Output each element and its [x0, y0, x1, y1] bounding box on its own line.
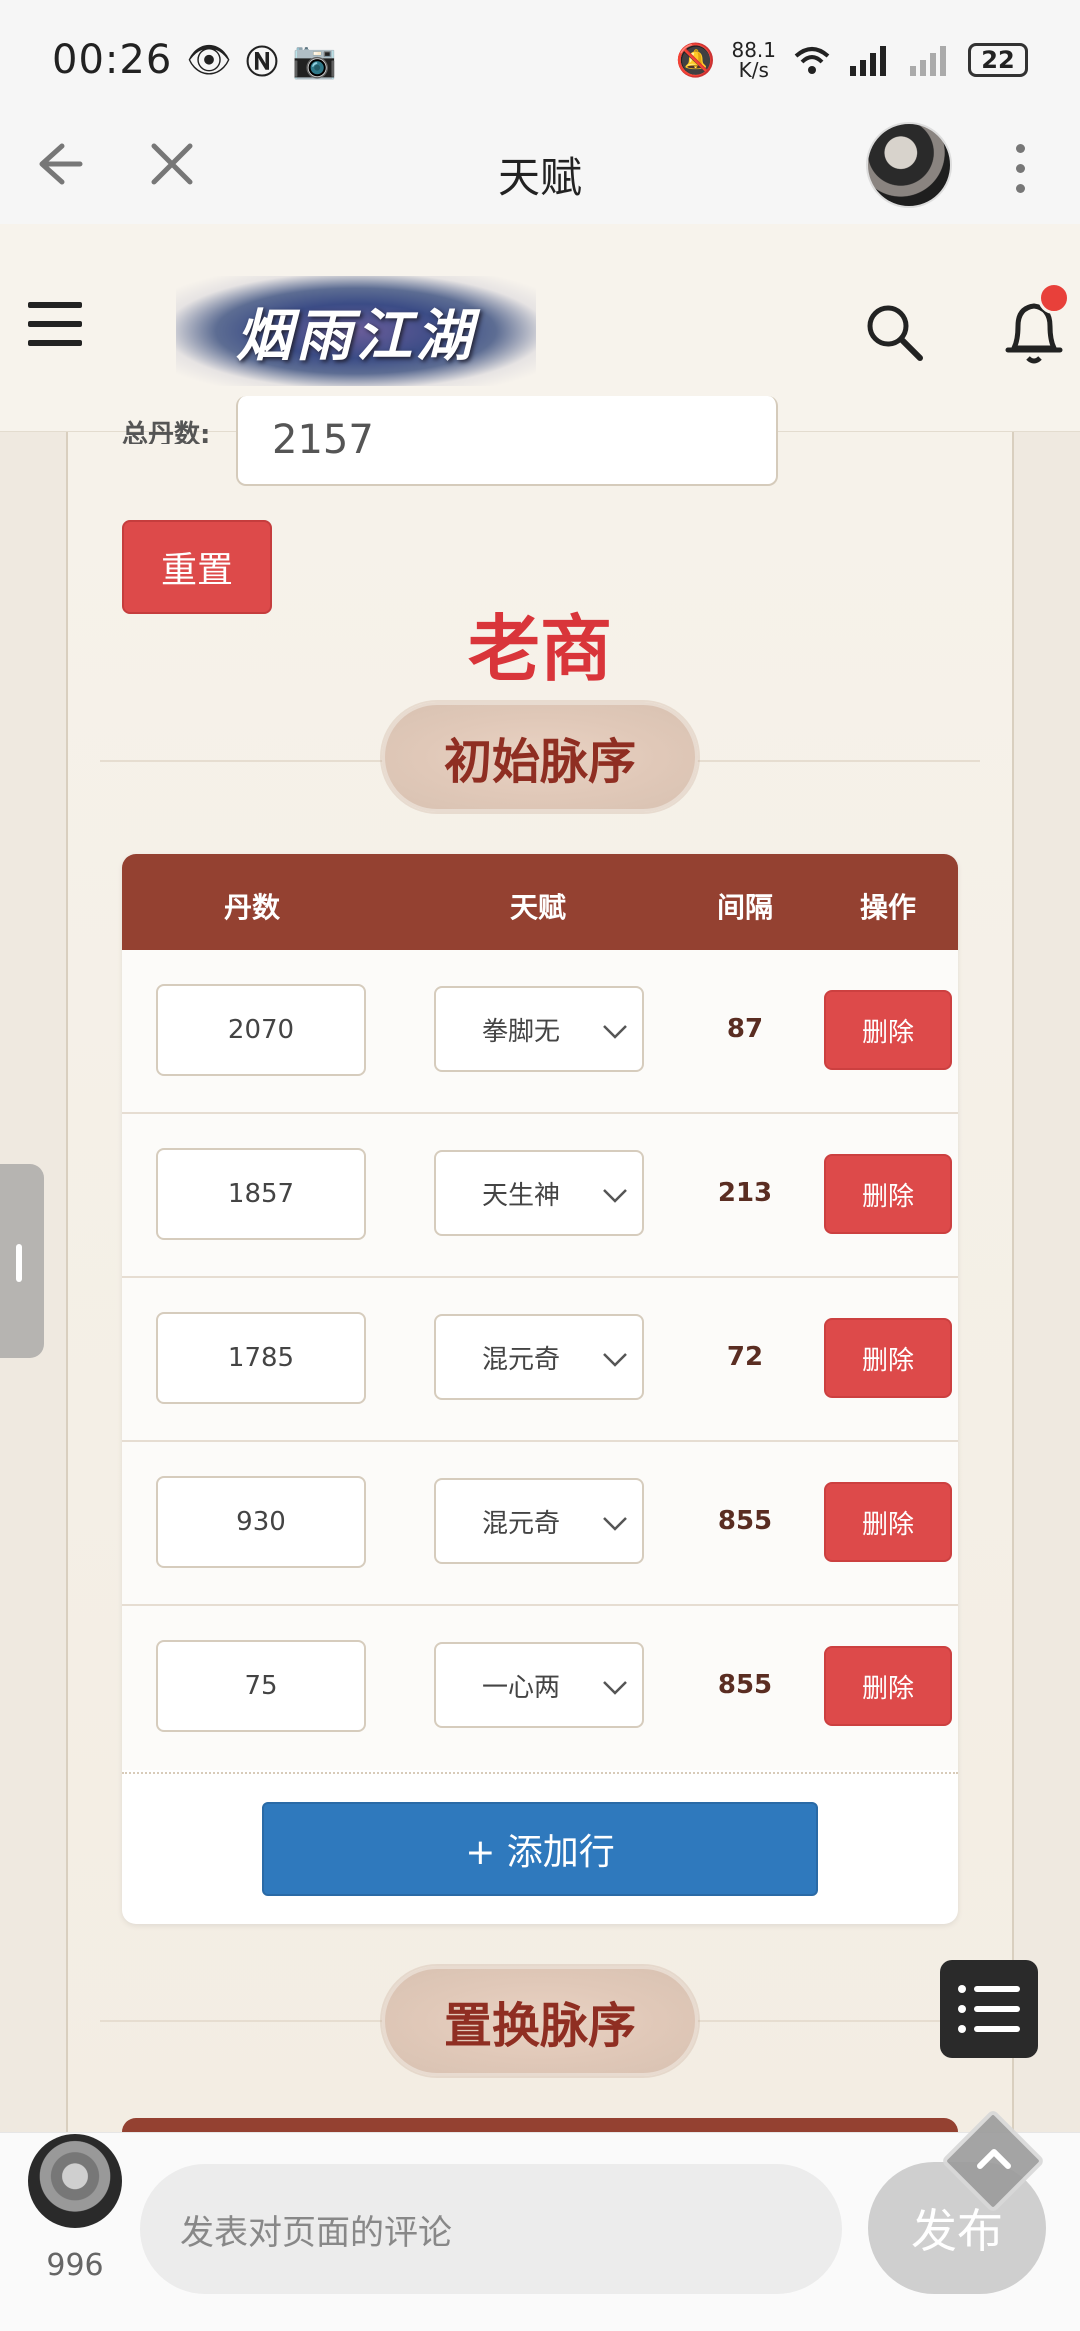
talent-select-value: 天生神	[482, 1180, 561, 1211]
total-dan-label: 总丹数:	[122, 420, 211, 444]
battery-indicator: 22	[968, 43, 1028, 77]
divider	[122, 1772, 958, 1774]
chevron-down-icon	[603, 1025, 627, 1039]
side-drawer-handle[interactable]	[0, 1164, 44, 1358]
more-menu-icon[interactable]	[1000, 138, 1040, 198]
table-row: 1785 混元奇 72 删除	[122, 1278, 958, 1442]
table-header: 丹数 天赋 间隔 操作	[122, 854, 958, 950]
hamburger-menu-icon[interactable]	[28, 302, 82, 346]
chevron-down-icon	[603, 1353, 627, 1367]
list-menu-icon[interactable]	[940, 1960, 1038, 2058]
gap-value: 72	[726, 1342, 764, 1372]
chevron-down-icon	[603, 1681, 627, 1695]
gear-icon[interactable]	[28, 2134, 122, 2228]
table-row: 2070 拳脚无 87 删除	[122, 950, 958, 1114]
talent-select-value: 混元奇	[482, 1344, 561, 1375]
wifi-icon	[794, 47, 830, 74]
nfc-icon: Ⓝ	[245, 43, 278, 81]
add-row-button[interactable]: + 添加行	[262, 1802, 818, 1896]
dan-input[interactable]: 1785	[156, 1312, 366, 1404]
gap-value: 87	[726, 1014, 764, 1044]
column-header-dan: 丹数	[223, 891, 280, 924]
gap-value: 213	[717, 1178, 773, 1208]
search-icon[interactable]	[862, 300, 926, 364]
total-dan-input[interactable]: 2157	[236, 396, 778, 486]
talent-select[interactable]: 拳脚无	[434, 986, 644, 1072]
dan-input[interactable]: 1857	[156, 1148, 366, 1240]
talent-select-value: 混元奇	[482, 1508, 561, 1539]
section-title-swap: 置换脉序	[382, 1966, 698, 2076]
camera-icon: 📷	[292, 40, 337, 81]
gap-value: 855	[717, 1670, 773, 1700]
talent-select[interactable]: 混元奇	[434, 1478, 644, 1564]
delete-button[interactable]: 删除	[824, 1318, 952, 1398]
dan-input[interactable]: 930	[156, 1476, 366, 1568]
browser-title-bar: 天赋	[0, 120, 1080, 224]
network-speed: 88.1 K/s	[731, 40, 776, 80]
network-speed-unit: K/s	[738, 58, 769, 82]
comment-count: 996	[46, 2248, 104, 2283]
close-icon[interactable]	[142, 138, 202, 198]
column-header-action: 操作	[859, 891, 916, 924]
status-bar: 00:26 👁 Ⓝ 📷 🔕 88.1 K/s 22	[0, 0, 1080, 120]
column-header-talent: 天赋	[509, 891, 566, 924]
chevron-up-icon	[977, 2149, 1011, 2169]
gap-value: 855	[717, 1506, 773, 1536]
delete-button[interactable]: 删除	[824, 990, 952, 1070]
talent-select[interactable]: 一心两	[434, 1642, 644, 1728]
network-speed-value: 88.1	[731, 38, 776, 62]
delete-button[interactable]: 删除	[824, 1154, 952, 1234]
column-header-gap: 间隔	[716, 891, 773, 924]
mute-icon: 🔕	[675, 41, 716, 79]
table-row: 75 一心两 855 删除	[122, 1606, 958, 1770]
back-arrow-icon[interactable]	[28, 138, 88, 198]
chevron-down-icon	[603, 1517, 627, 1531]
talent-select[interactable]: 混元奇	[434, 1314, 644, 1400]
table-row: 930 混元奇 855 删除	[122, 1442, 958, 1606]
chevron-down-icon	[603, 1189, 627, 1203]
initial-sequence-table: 丹数 天赋 间隔 操作 2070 拳脚无 87 删除 1857 天生神 213 …	[122, 854, 958, 1924]
delete-button[interactable]: 删除	[824, 1482, 952, 1562]
delete-button[interactable]: 删除	[824, 1646, 952, 1726]
talent-select-value: 拳脚无	[482, 1016, 561, 1047]
signal-icon-2	[910, 46, 946, 76]
talent-select[interactable]: 天生神	[434, 1150, 644, 1236]
comment-input[interactable]: 发表对页面的评论	[140, 2164, 842, 2294]
site-logo[interactable]: 烟雨江湖	[176, 276, 536, 386]
section-title-initial: 初始脉序	[382, 702, 698, 812]
character-name: 老商	[467, 607, 612, 691]
talent-select-value: 一心两	[482, 1672, 561, 1703]
table-row: 1857 天生神 213 删除	[122, 1114, 958, 1278]
status-time: 00:26	[52, 37, 173, 83]
dan-input[interactable]: 75	[156, 1640, 366, 1732]
signal-icon	[850, 46, 886, 76]
avatar[interactable]	[866, 122, 952, 208]
dan-input[interactable]: 2070	[156, 984, 366, 1076]
eye-icon: 👁	[186, 40, 232, 81]
notification-badge	[1038, 282, 1070, 314]
